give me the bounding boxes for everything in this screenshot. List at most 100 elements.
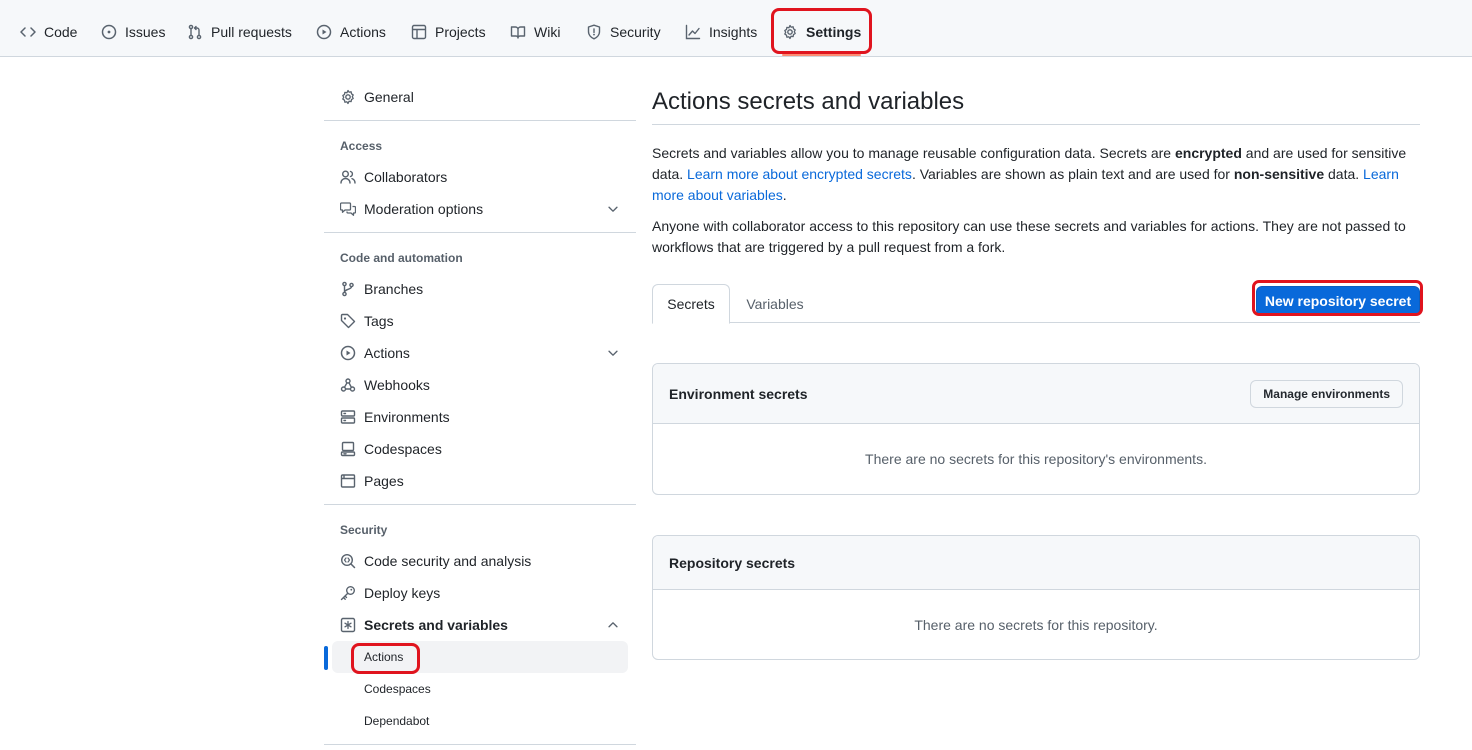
tag-icon: [340, 313, 356, 329]
repository-secrets-header: Repository secrets: [653, 536, 1419, 590]
browser-icon: [340, 474, 356, 488]
play-icon: [316, 24, 332, 40]
intro-bold-non-sensitive: non-sensitive: [1233, 166, 1325, 182]
sidebar-subitem-actions[interactable]: Actions: [332, 641, 628, 673]
sidebar-item-code-security[interactable]: Code security and analysis: [332, 545, 628, 577]
intro-text: .: [782, 187, 787, 203]
tab-insights-label: Insights: [709, 24, 758, 40]
note-paragraph: Anyone with collaborator access to this …: [652, 218, 1406, 255]
intro-text: Secrets and variables allow you to manag…: [652, 145, 1175, 161]
comment-discussion-icon: [340, 202, 356, 216]
environment-secrets-header: Environment secrets Manage environments: [653, 364, 1419, 424]
sidebar-item-label: Deploy keys: [364, 585, 441, 601]
key-icon: [340, 586, 355, 601]
tab-actions-label: Actions: [340, 24, 386, 40]
codescan-icon: [340, 553, 356, 569]
webhook-icon: [340, 378, 356, 392]
sidebar-divider: [324, 744, 636, 745]
sidebar-heading-access: Access: [340, 139, 383, 153]
tab-code-label: Code: [44, 24, 78, 40]
sidebar-divider: [324, 120, 636, 121]
link-encrypted-secrets[interactable]: Learn more about encrypted secrets: [687, 166, 912, 182]
sidebar-item-general[interactable]: General: [332, 81, 628, 113]
sidebar-item-webhooks[interactable]: Webhooks: [332, 369, 628, 401]
sidebar-item-branches[interactable]: Branches: [332, 273, 628, 305]
sidebar-item-label: Collaborators: [364, 169, 448, 185]
new-repository-secret-button[interactable]: New repository secret: [1256, 286, 1420, 316]
sidebar-item-collaborators[interactable]: Collaborators: [332, 161, 628, 193]
sidebar-heading-code-automation: Code and automation: [340, 251, 463, 265]
title-divider: [652, 124, 1420, 125]
tab-issues[interactable]: Issues: [101, 12, 165, 52]
sidebar-item-label: Actions: [364, 345, 410, 361]
tab-projects[interactable]: Projects: [411, 12, 486, 52]
table-icon: [411, 24, 427, 40]
tab-settings-label: Settings: [806, 24, 862, 40]
intro-bold-encrypted: encrypted: [1174, 145, 1242, 161]
sidebar-item-secrets-variables[interactable]: Secrets and variables: [332, 609, 628, 641]
sidebar-item-label: Secrets and variables: [364, 617, 508, 633]
code-icon: [20, 27, 36, 37]
sidebar-item-tags[interactable]: Tags: [332, 305, 628, 337]
sidebar-subitem-codespaces[interactable]: Codespaces: [332, 673, 628, 705]
tab-secrets-label: Secrets: [667, 296, 715, 312]
sidebar-divider: [324, 232, 636, 233]
sidebar-item-pages[interactable]: Pages: [332, 465, 628, 497]
sidebar-item-label: Environments: [364, 409, 450, 425]
shield-icon: [587, 24, 601, 40]
sidebar-item-deploy-keys[interactable]: Deploy keys: [332, 577, 628, 609]
sidebar-item-codespaces[interactable]: Codespaces: [332, 433, 628, 465]
sidebar-heading-security: Security: [340, 523, 388, 537]
git-branch-icon: [342, 281, 354, 297]
tab-projects-label: Projects: [435, 24, 486, 40]
sidebar-item-label: Pages: [364, 473, 404, 489]
tab-insights[interactable]: Insights: [685, 12, 757, 52]
play-icon: [340, 345, 356, 361]
repository-secrets-box: Repository secrets There are no secrets …: [652, 535, 1420, 660]
graph-icon: [685, 24, 701, 40]
sidebar-subitem-dependabot[interactable]: Dependabot: [332, 705, 628, 737]
tab-wiki[interactable]: Wiki: [510, 12, 560, 52]
repository-secrets-empty: There are no secrets for this repository…: [914, 616, 1158, 633]
tab-code[interactable]: Code: [20, 12, 77, 52]
tab-security-label: Security: [610, 24, 661, 40]
sidebar-item-label: Webhooks: [364, 377, 430, 393]
gear-icon: [342, 89, 354, 105]
environment-secrets-empty: There are no secrets for this repository…: [865, 451, 1207, 467]
chevron-down-icon: [608, 350, 618, 356]
git-pull-request-icon: [188, 24, 202, 40]
sidebar-item-moderation[interactable]: Moderation options: [332, 193, 628, 225]
tab-pull-requests-label: Pull requests: [211, 24, 292, 40]
key-asterisk-icon: [340, 617, 356, 633]
server-icon: [340, 410, 356, 424]
tab-settings[interactable]: Settings: [782, 12, 862, 56]
manage-environments-button[interactable]: Manage environments: [1250, 380, 1403, 408]
intro-text: data.: [1324, 166, 1364, 182]
tab-actions[interactable]: Actions: [316, 12, 386, 52]
intro-text: . Variables are shown as plain text and …: [911, 166, 1234, 182]
sidebar-subitem-label: Codespaces: [364, 682, 431, 696]
sidebar-item-label: Code security and analysis: [364, 553, 532, 569]
tab-wiki-label: Wiki: [534, 24, 561, 40]
sidebar-subitem-label: Dependabot: [364, 714, 430, 728]
chevron-down-icon: [608, 206, 618, 212]
page-title: Actions secrets and variables: [652, 88, 965, 115]
sidebar-item-label: Codespaces: [364, 441, 442, 457]
tab-variables-label: Variables: [746, 295, 804, 312]
gear-icon: [784, 24, 796, 40]
tab-variables[interactable]: Variables: [730, 284, 820, 323]
sidebar-item-label: General: [364, 89, 414, 105]
environment-secrets-title: Environment secrets: [669, 385, 808, 402]
tab-secrets[interactable]: Secrets: [652, 284, 730, 324]
sidebar-item-label: Tags: [364, 313, 394, 329]
sidebar-item-environments[interactable]: Environments: [332, 401, 628, 433]
environment-secrets-box: Environment secrets Manage environments …: [652, 363, 1420, 495]
sidebar-item-actions[interactable]: Actions: [332, 337, 628, 369]
tab-pull-requests[interactable]: Pull requests: [187, 12, 292, 52]
intro-paragraph: Secrets and variables allow you to manag…: [652, 143, 1420, 206]
issue-opened-icon: [101, 24, 117, 40]
selected-indicator: [324, 646, 328, 670]
tab-security[interactable]: Security: [586, 12, 661, 52]
sidebar-item-label: Moderation options: [364, 201, 484, 217]
people-icon: [340, 170, 356, 184]
